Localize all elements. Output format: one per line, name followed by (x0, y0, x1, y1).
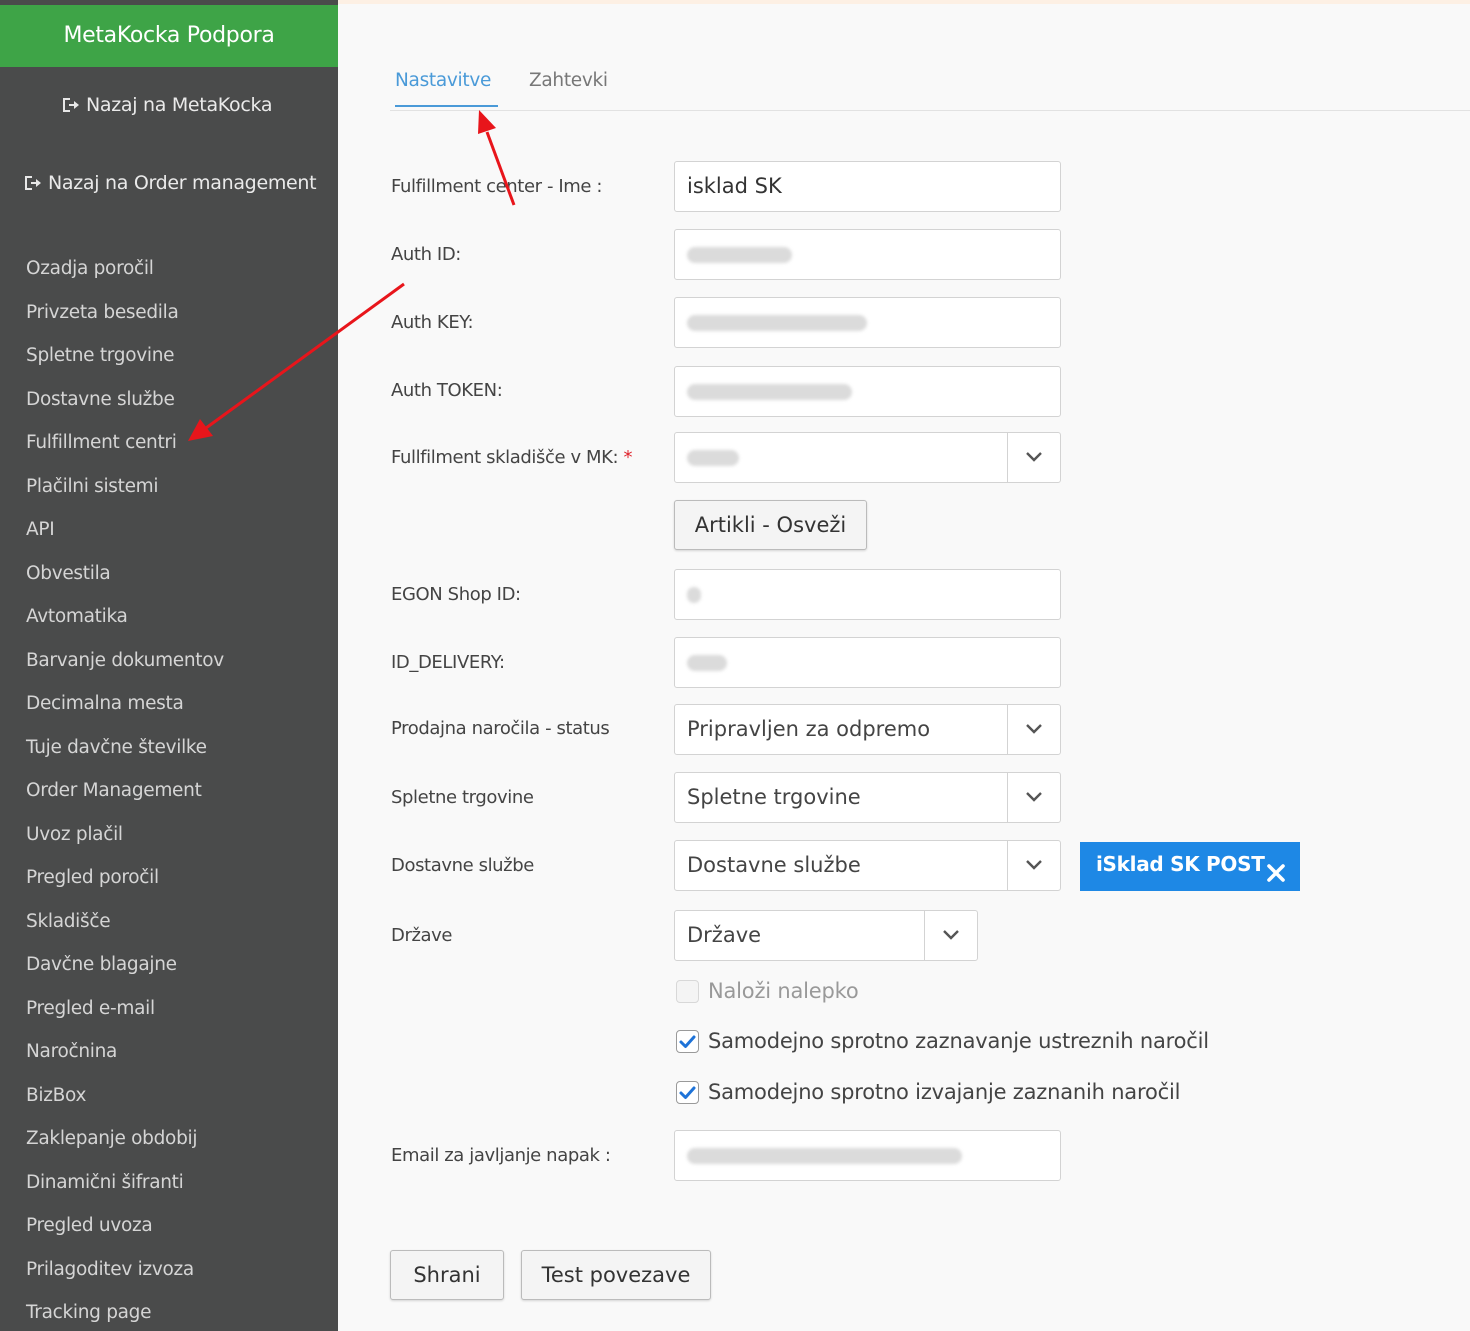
auth-token-input[interactable] (674, 366, 1061, 417)
tab-bar: Nastavitve Zahtevki (390, 64, 1470, 111)
required-marker: * (623, 447, 633, 468)
sidebar-item-pregled-e-mail[interactable]: Pregled e-mail (26, 992, 224, 1036)
sidebar-item-ozadja-porocil[interactable]: Ozadja poročil (26, 252, 224, 296)
name-label: Fulfillment center - Ime : (391, 176, 603, 197)
id-delivery-label: ID_DELIVERY: (391, 652, 505, 673)
chevron-down-icon[interactable] (1007, 433, 1060, 482)
order-status-label: Prodajna naročila - status (391, 718, 610, 739)
sidebar-item-obvestila[interactable]: Obvestila (26, 557, 224, 601)
checkmark-icon (679, 1086, 696, 1099)
delivery-tag: iSklad SK POST (1080, 842, 1300, 891)
sidebar-item-decimalna-mesta[interactable]: Decimalna mesta (26, 687, 224, 731)
webshops-label: Spletne trgovine (391, 787, 534, 808)
egon-shop-id-input[interactable] (674, 569, 1061, 620)
auth-token-label: Auth TOKEN: (391, 380, 503, 401)
sidebar-item-barvanje-dokumentov[interactable]: Barvanje dokumentov (26, 644, 224, 688)
sidebar-brand: MetaKocka Podpora (0, 5, 338, 67)
sidebar-item-order-management[interactable]: Order Management (26, 774, 224, 818)
order-status-select[interactable]: Pripravljen za odpremo (674, 704, 1061, 755)
warehouse-label: Fullfilment skladišče v MK: * (391, 447, 633, 468)
tab-nastavitve[interactable]: Nastavitve (395, 70, 498, 107)
sidebar-item-pregled-porocil[interactable]: Pregled poročil (26, 861, 224, 905)
redacted-value (687, 384, 852, 400)
redacted-value (687, 655, 727, 671)
sidebar-item-privzeta-besedila[interactable]: Privzeta besedila (26, 296, 224, 340)
countries-label: Države (391, 925, 453, 946)
main-content: Nastavitve Zahtevki Fulfillment center -… (338, 4, 1470, 1331)
auto-detect-checkbox-label: Samodejno sprotno zaznavanje ustreznih n… (708, 1029, 1209, 1053)
upload-label-checkbox[interactable] (676, 980, 699, 1003)
auth-id-input[interactable] (674, 229, 1061, 280)
sidebar-item-uvoz-placil[interactable]: Uvoz plačil (26, 818, 224, 862)
sidebar-item-skladisce[interactable]: Skladišče (26, 905, 224, 949)
sidebar-item-bizbox[interactable]: BizBox (26, 1079, 224, 1123)
checkmark-icon (679, 1035, 696, 1048)
auth-id-label: Auth ID: (391, 244, 461, 265)
sidebar-item-avtomatika[interactable]: Avtomatika (26, 600, 224, 644)
delivery-placeholder: Dostavne službe (687, 853, 861, 877)
sidebar-item-prilagoditev-izvoza[interactable]: Prilagoditev izvoza (26, 1253, 224, 1297)
back-link-label: Nazaj na MetaKocka (86, 94, 273, 116)
error-email-input[interactable] (674, 1130, 1061, 1181)
sidebar-item-dostavne-sluzbe[interactable]: Dostavne službe (26, 383, 224, 427)
back-link-label: Nazaj na Order management (48, 172, 317, 194)
auto-detect-checkbox[interactable] (676, 1030, 699, 1053)
webshops-placeholder: Spletne trgovine (687, 785, 861, 809)
delivery-tag-label: iSklad SK POST (1096, 852, 1265, 876)
chevron-down-icon[interactable] (924, 911, 977, 960)
save-button[interactable]: Shrani (390, 1250, 504, 1300)
webshops-select[interactable]: Spletne trgovine (674, 772, 1061, 823)
warehouse-label-text: Fullfilment skladišče v MK: (391, 447, 619, 468)
sidebar: MetaKocka Podpora Nazaj na MetaKocka Naz… (0, 0, 338, 1331)
refresh-articles-button[interactable]: Artikli - Osveži (674, 500, 867, 550)
sign-out-icon (60, 95, 80, 115)
redacted-value (687, 450, 739, 466)
redacted-value (687, 247, 792, 263)
sidebar-item-zaklepanje-obdobij[interactable]: Zaklepanje obdobij (26, 1122, 224, 1166)
auth-key-label: Auth KEY: (391, 312, 474, 333)
delivery-select[interactable]: Dostavne službe (674, 840, 1061, 891)
delivery-label: Dostavne službe (391, 855, 534, 876)
sidebar-item-narocnina[interactable]: Naročnina (26, 1035, 224, 1079)
sidebar-menu: Ozadja poročil Privzeta besedila Spletne… (26, 252, 224, 1331)
redacted-value (687, 315, 867, 331)
auto-execute-checkbox[interactable] (676, 1081, 699, 1104)
name-input[interactable]: isklad SK (674, 161, 1061, 212)
countries-select[interactable]: Države (674, 910, 978, 961)
sidebar-item-davcne-blagajne[interactable]: Davčne blagajne (26, 948, 224, 992)
countries-placeholder: Države (687, 923, 762, 947)
warehouse-select[interactable] (674, 432, 1061, 483)
test-connection-button[interactable]: Test povezave (521, 1250, 711, 1300)
warehouse-select-value (687, 433, 739, 482)
sidebar-item-pregled-uvoza[interactable]: Pregled uvoza (26, 1209, 224, 1253)
back-to-order-management-link[interactable]: Nazaj na Order management (22, 172, 317, 194)
error-email-label: Email za javljanje napak : (391, 1145, 611, 1166)
sidebar-item-api[interactable]: API (26, 513, 224, 557)
redacted-value (687, 1148, 962, 1164)
chevron-down-icon[interactable] (1007, 773, 1060, 822)
egon-shop-id-label: EGON Shop ID: (391, 584, 521, 605)
auth-key-input[interactable] (674, 297, 1061, 348)
chevron-down-icon[interactable] (1007, 841, 1060, 890)
sign-out-icon (22, 173, 42, 193)
sidebar-item-tracking-page[interactable]: Tracking page (26, 1296, 224, 1331)
redacted-value (687, 587, 701, 603)
tab-zahtevki[interactable]: Zahtevki (529, 70, 608, 91)
chevron-down-icon[interactable] (1007, 705, 1060, 754)
sidebar-item-dinamicni-sifranti[interactable]: Dinamični šifranti (26, 1166, 224, 1210)
id-delivery-input[interactable] (674, 637, 1061, 688)
back-to-metakocka-link[interactable]: Nazaj na MetaKocka (60, 94, 272, 116)
sidebar-item-tuje-davcne-stevilke[interactable]: Tuje davčne številke (26, 731, 224, 775)
sidebar-item-fulfillment-centri[interactable]: Fulfillment centri (26, 426, 224, 470)
sidebar-item-placilni-sistemi[interactable]: Plačilni sistemi (26, 470, 224, 514)
close-icon[interactable] (1266, 854, 1286, 898)
upload-label-checkbox-label: Naloži nalepko (708, 979, 859, 1003)
order-status-value: Pripravljen za odpremo (687, 717, 931, 741)
sidebar-item-spletne-trgovine[interactable]: Spletne trgovine (26, 339, 224, 383)
auto-execute-checkbox-label: Samodejno sprotno izvajanje zaznanih nar… (708, 1080, 1181, 1104)
